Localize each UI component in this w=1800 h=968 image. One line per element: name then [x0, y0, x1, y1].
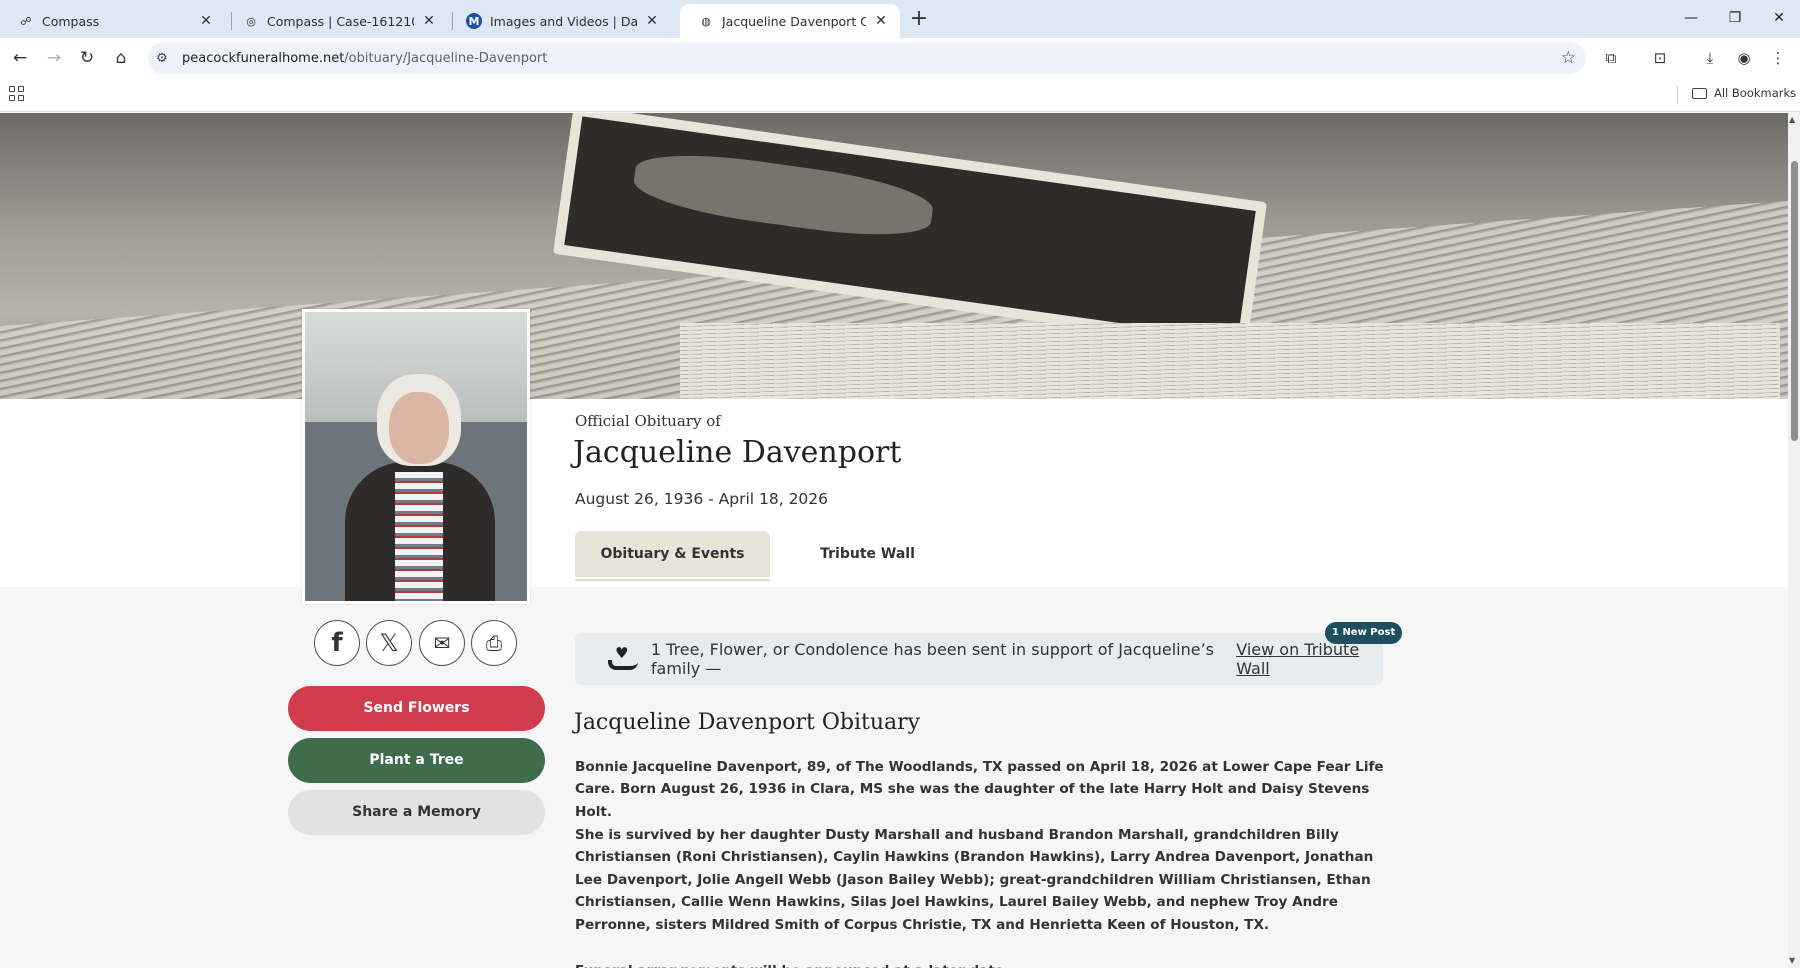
back-arrow-icon[interactable]: ← — [6, 44, 34, 72]
download-icon[interactable]: ⤓ — [1696, 44, 1724, 72]
apps-grid-icon[interactable] — [9, 86, 27, 104]
close-tab-icon[interactable]: ✕ — [197, 13, 215, 29]
tab-title: Compass — [42, 13, 100, 29]
browser-tab-compass[interactable]: ☍ Compass ✕ — [0, 4, 225, 38]
new-post-badge: 1 New Post — [1325, 622, 1403, 644]
plant-tree-button[interactable]: Plant a Tree — [288, 738, 545, 783]
hero-banner-image — [0, 113, 1788, 399]
new-tab-icon[interactable]: + — [905, 6, 933, 34]
email-icon[interactable]: ✉ — [419, 620, 465, 666]
page-viewport: Official Obituary of Jacqueline Davenpor… — [0, 113, 1788, 968]
menu-kebab-icon[interactable]: ⋮ — [1764, 44, 1792, 72]
x-twitter-icon[interactable]: 𝕏 — [366, 620, 412, 666]
url-path: /obituary/Jacqueline-Davenport — [344, 50, 548, 66]
official-obituary-label: Official Obituary of — [575, 412, 721, 430]
close-tab-icon[interactable]: ✕ — [420, 13, 438, 29]
support-notice: ♥ 1 Tree, Flower, or Condolence has been… — [575, 633, 1383, 685]
heart-hand-icon: ♥ — [606, 644, 638, 674]
bookmarks-bar: All Bookmarks — [0, 78, 1800, 112]
support-text: 1 Tree, Flower, or Condolence has been s… — [650, 640, 1215, 678]
obituary-paragraph: Funeral arrangements will be announced a… — [575, 960, 1387, 968]
browser-tab-case[interactable]: ◎ Compass | Case-1612100 Daver ✕ — [225, 4, 448, 38]
all-bookmarks-button[interactable]: All Bookmarks — [1692, 86, 1796, 100]
scrollbar-thumb[interactable] — [1791, 161, 1798, 441]
tab-title: Jacqueline Davenport Obituary — [722, 13, 866, 29]
browser-tab-data-entry[interactable]: M Images and Videos | Data Entry ✕ — [448, 4, 671, 38]
browser-toolbar: ← → ↻ ⌂ ⚙ peacockfuneralhome.net/obituar… — [0, 38, 1800, 78]
minimize-icon[interactable]: — — [1668, 0, 1714, 38]
obituary-paragraph: She is survived by her daughter Dusty Ma… — [575, 827, 1374, 933]
view-tribute-wall-link[interactable]: View on Tribute Wall — [1236, 640, 1383, 678]
compass-favicon-icon: ☍ — [20, 14, 32, 28]
profile-icon[interactable]: ◉ — [1730, 44, 1758, 72]
tab-title: Compass | Case-1612100 Daver — [267, 13, 414, 29]
tab-search-icon[interactable]: ⊡ — [1646, 44, 1674, 72]
site-info-icon[interactable]: ⚙ — [156, 51, 174, 66]
print-icon[interactable]: ⎙ — [471, 620, 517, 666]
all-bookmarks-label: All Bookmarks — [1714, 86, 1797, 100]
chrome-favicon-icon: ◎ — [246, 14, 256, 28]
close-tab-icon[interactable]: ✕ — [872, 13, 890, 29]
m-favicon-icon: M — [466, 13, 482, 29]
send-flowers-button[interactable]: Send Flowers — [288, 686, 545, 731]
close-window-icon[interactable]: ✕ — [1756, 0, 1800, 38]
globe-favicon-icon: ◍ — [701, 14, 711, 28]
home-icon[interactable]: ⌂ — [107, 44, 135, 72]
folder-icon — [1692, 87, 1707, 99]
scroll-up-arrow-icon[interactable]: ▲ — [1789, 115, 1795, 124]
obituary-paragraph: Bonnie Jacqueline Davenport, 89, of The … — [575, 759, 1384, 820]
forward-arrow-icon[interactable]: → — [40, 44, 68, 72]
reload-icon[interactable]: ↻ — [73, 44, 101, 72]
scroll-down-arrow-icon[interactable]: ▼ — [1789, 956, 1795, 965]
obituary-section-title: Jacqueline Davenport Obituary — [574, 710, 921, 735]
url-text: peacockfuneralhome.net/obituary/Jacqueli… — [182, 51, 547, 66]
bookmarks-separator — [1677, 86, 1678, 104]
restore-icon[interactable]: ❐ — [1712, 0, 1758, 38]
page-title: Jacqueline Davenport — [573, 435, 902, 470]
address-bar[interactable]: ⚙ peacockfuneralhome.net/obituary/Jacque… — [148, 42, 1586, 74]
extensions-icon[interactable]: ⧉ — [1597, 44, 1625, 72]
bookmark-star-icon[interactable]: ☆ — [1561, 48, 1576, 68]
portrait-photo — [302, 309, 530, 604]
browser-tab-obituary[interactable]: ◍ Jacqueline Davenport Obituary ✕ — [680, 4, 900, 38]
close-tab-icon[interactable]: ✕ — [643, 13, 661, 29]
share-memory-button[interactable]: Share a Memory — [288, 790, 545, 835]
url-host: peacockfuneralhome.net — [182, 50, 345, 66]
browser-tab-strip: ☍ Compass ✕ ◎ Compass | Case-1612100 Dav… — [0, 0, 1800, 38]
tab-obituary-events[interactable]: Obituary & Events — [575, 531, 770, 581]
life-dates: August 26, 1936 - April 18, 2026 — [575, 490, 829, 508]
facebook-icon[interactable]: f — [314, 620, 360, 666]
page-scrollbar[interactable]: ▲ ▼ — [1788, 113, 1800, 968]
tab-tribute-wall[interactable]: Tribute Wall — [800, 531, 935, 577]
tab-title: Images and Videos | Data Entry — [490, 13, 637, 29]
